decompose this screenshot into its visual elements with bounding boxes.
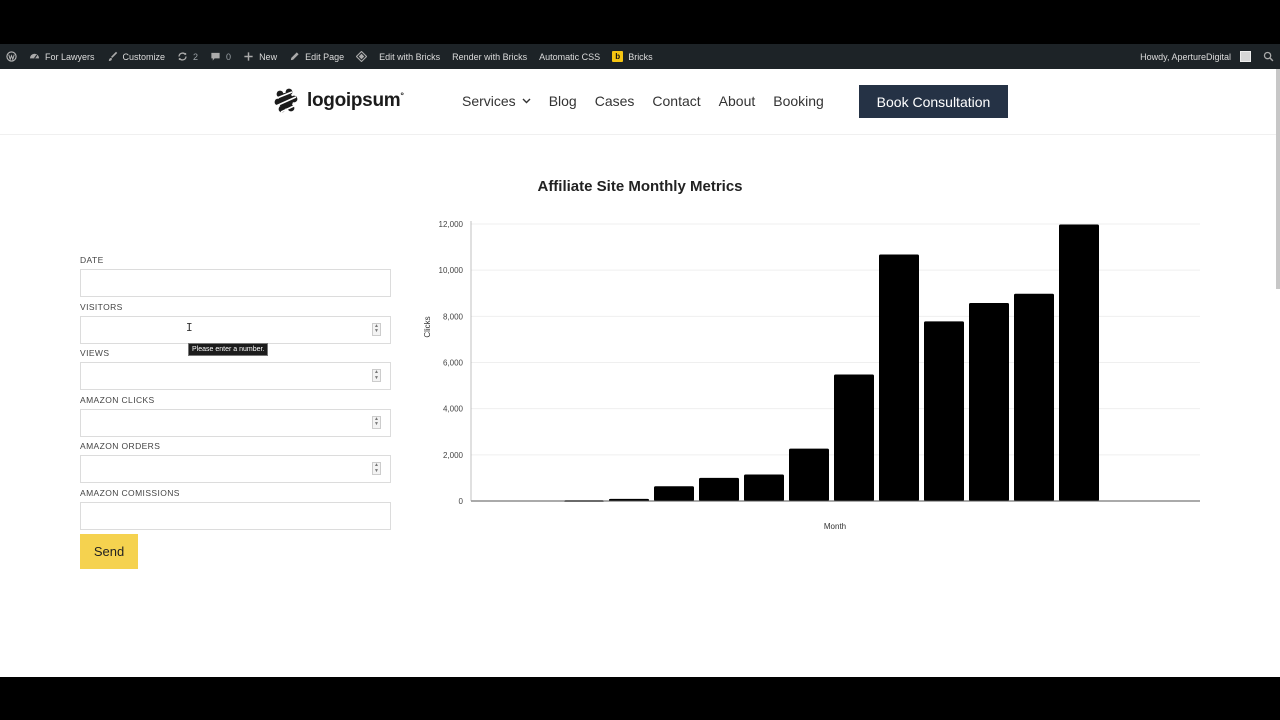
nav-cases[interactable]: Cases (595, 93, 635, 109)
visitors-spinner[interactable]: ▲ ▼ (372, 322, 381, 336)
amazon-comissions-input[interactable] (80, 501, 391, 530)
bar (789, 448, 829, 501)
y-axis-label: Clicks (423, 316, 432, 337)
date-input[interactable] (80, 269, 391, 297)
dashboard-icon (29, 53, 40, 59)
pencil-icon (290, 52, 299, 61)
customize-link[interactable]: Customize (101, 44, 172, 69)
y-tick-label: 6,000 (443, 359, 464, 368)
updates-link[interactable]: 2 (171, 44, 204, 69)
automatic-css-link[interactable]: Automatic CSS (533, 44, 606, 69)
metrics-form: DATE VISITORS ▲ ▼ VIEWS ▲ ▼ AMAZON CLICKS … (80, 254, 391, 534)
avatar (1240, 51, 1251, 62)
y-tick-label: 2,000 (443, 451, 464, 460)
date-label: DATE (80, 255, 104, 265)
diamond-icon (356, 51, 368, 62)
amazon-orders-group: AMAZON ORDERS ▲ ▼ (80, 440, 391, 487)
nav-booking[interactable]: Booking (773, 93, 824, 109)
bricks-diamond[interactable] (350, 44, 373, 69)
comments-link[interactable]: 0 (204, 44, 237, 69)
amazon-comissions-group: AMAZON COMISSIONS (80, 487, 391, 534)
amazon-orders-label: AMAZON ORDERS (80, 441, 161, 452)
nav-contact[interactable]: Contact (652, 93, 700, 109)
y-tick-label: 12,000 (439, 220, 464, 229)
bar (654, 486, 694, 501)
bricks-badge-icon: b (612, 51, 624, 62)
plus-icon (244, 52, 253, 61)
x-axis-label: Month (824, 522, 846, 531)
customize-label: Customize (122, 51, 166, 62)
amazon-clicks-input[interactable] (80, 408, 391, 437)
bricks-label: Bricks (628, 51, 653, 62)
nav-services-label: Services (462, 93, 516, 109)
chevron-down-icon (522, 98, 531, 104)
account-menu[interactable]: Howdy, ApertureDigital (1134, 44, 1257, 69)
bar (834, 374, 874, 501)
edit-with-bricks-label: Edit with Bricks (379, 51, 441, 62)
wordpress-logo[interactable] (0, 44, 23, 69)
render-with-bricks-link[interactable]: Render with Bricks (446, 44, 533, 69)
nav-blog[interactable]: Blog (549, 93, 577, 109)
updates-count: 2 (193, 51, 199, 62)
bar (879, 254, 919, 501)
bar (1059, 224, 1099, 501)
text-cursor-icon: I (186, 321, 193, 334)
amazon-orders-spinner[interactable]: ▲ ▼ (372, 462, 381, 476)
clicks-bar-chart: 0 2,000 4,000 6,000 8,000 10,000 12,000 Month Cl… (423, 220, 1200, 531)
views-input[interactable] (80, 362, 391, 391)
amazon-clicks-group: AMAZON CLICKS ▲ ▼ (80, 394, 391, 441)
y-tick-label: 0 (459, 497, 464, 506)
bar (924, 321, 964, 501)
y-tick-label: 10,000 (439, 266, 464, 275)
main-nav: Services Blog Cases Contact About Bookin… (462, 93, 824, 109)
comment-icon (211, 52, 220, 61)
visitors-label: VISITORS (80, 301, 123, 312)
wp-admin-bar: For Lawyers Customize 2 0 New Edit Page … (0, 44, 1280, 69)
bar (744, 474, 784, 501)
bar (699, 477, 739, 501)
amazon-clicks-spinner[interactable]: ▲ ▼ (372, 415, 381, 429)
views-spinner[interactable]: ▲ ▼ (372, 369, 381, 383)
site-name-label: For Lawyers (45, 51, 95, 62)
wordpress-icon (6, 51, 17, 62)
date-group: DATE (80, 254, 391, 301)
amazon-clicks-label: AMAZON CLICKS (80, 394, 155, 405)
admin-search[interactable] (1257, 44, 1280, 69)
nav-services[interactable]: Services (462, 93, 531, 109)
comments-count: 0 (226, 51, 232, 62)
edit-page-link[interactable]: Edit Page (283, 44, 350, 69)
edit-with-bricks-link[interactable]: Edit with Bricks (373, 44, 446, 69)
validation-tooltip: Please enter a number. (188, 343, 269, 356)
bar (1014, 293, 1054, 501)
y-tick-label: 4,000 (443, 405, 464, 414)
send-button[interactable]: Send (80, 534, 138, 569)
site-name-link[interactable]: For Lawyers (23, 44, 101, 69)
page-scrollbar[interactable] (1276, 69, 1280, 289)
book-consultation-button[interactable]: Book Consultation (859, 85, 1008, 118)
new-content-label: New (259, 51, 278, 62)
site-page: logoipsum° Services Blog Cases Contact A… (0, 69, 1280, 677)
greeting-text: Howdy, ApertureDigital (1140, 51, 1231, 62)
nav-about[interactable]: About (719, 93, 756, 109)
automatic-css-label: Automatic CSS (539, 51, 601, 62)
edit-page-label: Edit Page (305, 51, 345, 62)
site-logo[interactable]: logoipsum° (272, 87, 404, 115)
y-tick-label: 8,000 (443, 312, 464, 321)
visitors-group: VISITORS ▲ ▼ (80, 301, 391, 348)
render-with-bricks-label: Render with Bricks (452, 51, 528, 62)
visitors-input[interactable] (80, 315, 391, 344)
brush-icon (108, 51, 117, 62)
amazon-orders-input[interactable] (80, 455, 391, 484)
logo-mark-icon (274, 88, 298, 113)
chart-title: Affiliate Site Monthly Metrics (537, 178, 743, 195)
site-header: logoipsum° Services Blog Cases Contact A… (0, 69, 1280, 135)
amazon-comissions-label: AMAZON COMISSIONS (80, 487, 180, 498)
logo-text: logoipsum° (307, 90, 404, 111)
bricks-link[interactable]: b Bricks (606, 44, 659, 69)
search-icon (1263, 51, 1274, 62)
new-content-link[interactable]: New (237, 44, 283, 69)
bar (969, 302, 1009, 501)
updates-icon (178, 52, 187, 61)
